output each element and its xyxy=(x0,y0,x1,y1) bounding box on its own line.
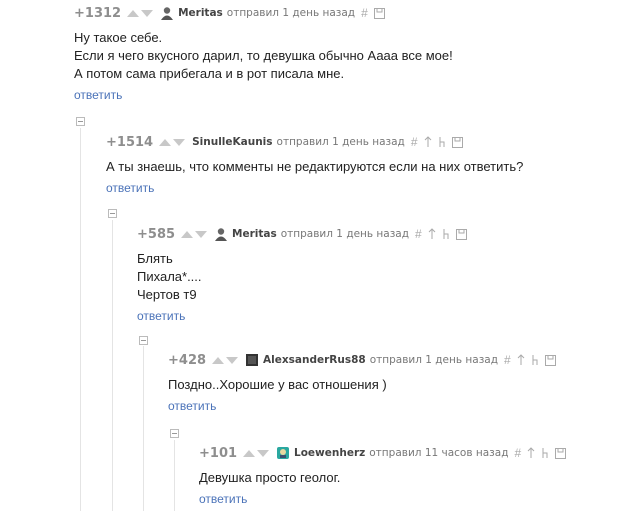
avatar[interactable] xyxy=(214,227,228,241)
collapse-toggle[interactable] xyxy=(108,209,117,218)
reply-link[interactable]: ответить xyxy=(168,399,628,413)
avatar[interactable] xyxy=(276,446,290,460)
reply-link[interactable]: ответить xyxy=(74,88,624,102)
save-icon[interactable] xyxy=(455,228,467,240)
save-icon[interactable] xyxy=(451,136,463,148)
comment-header: +101 Loewenherz отправил 11 часов назад … xyxy=(199,445,629,461)
downvote-icon[interactable] xyxy=(141,9,154,17)
reply-link[interactable]: ответить xyxy=(106,181,626,195)
hash-link-icon[interactable]: # xyxy=(415,227,422,241)
save-icon[interactable] xyxy=(555,447,567,459)
comment-body: Блять Пихала*.... Чертов т9 xyxy=(137,250,627,304)
comment-author[interactable]: Loewenherz xyxy=(294,447,365,459)
comment: +101 Loewenherz отправил 11 часов назад … xyxy=(199,445,629,506)
thread-line xyxy=(143,346,144,511)
avatar[interactable] xyxy=(160,6,174,20)
to-parent-icon[interactable] xyxy=(424,136,432,148)
collapse-toggle[interactable] xyxy=(170,429,179,438)
comment-author[interactable]: Meritas xyxy=(232,228,277,240)
comment-body: Девушка просто геолог. xyxy=(199,469,629,487)
upvote-icon[interactable] xyxy=(181,230,194,238)
comment-body: Ну такое себе. Если я чего вкусного дари… xyxy=(74,29,624,83)
comment-author[interactable]: Meritas xyxy=(178,7,223,19)
reply-link[interactable]: ответить xyxy=(199,492,629,506)
comment-text-line: Поздно..Хорошие у вас отношения ) xyxy=(168,377,387,392)
comment-rating: +101 xyxy=(199,445,238,461)
save-icon[interactable] xyxy=(544,354,556,366)
comment-text-line: А ты знаешь, что комменты не редактируют… xyxy=(106,159,524,174)
downvote-icon[interactable] xyxy=(173,138,186,146)
thread-line xyxy=(112,220,113,511)
comment-rating: +428 xyxy=(168,352,207,368)
downvote-icon[interactable] xyxy=(257,449,270,457)
upvote-icon[interactable] xyxy=(159,138,172,146)
comment-rating: +1312 xyxy=(74,5,122,21)
comment-text-line: Чертов т9 xyxy=(137,287,197,302)
comment-text-line: Девушка просто геолог. xyxy=(199,470,341,485)
comment: +428 AlexsanderRus88 отправил 1 день наз… xyxy=(168,352,628,413)
comment-text-line: Пихала*.... xyxy=(137,269,202,284)
to-parent-icon[interactable] xyxy=(428,228,436,240)
save-icon[interactable] xyxy=(373,7,385,19)
comment-header: +1514 SinulleKaunis отправил 1 день наза… xyxy=(106,134,626,150)
upvote-icon[interactable] xyxy=(212,356,225,364)
comment-rating: +585 xyxy=(137,226,176,242)
comment-header: +428 AlexsanderRus88 отправил 1 день наз… xyxy=(168,352,628,368)
to-parent-icon[interactable] xyxy=(517,354,525,366)
reply-link[interactable]: ответить xyxy=(137,309,627,323)
comment-header: +1312 Meritas отправил 1 день назад # xyxy=(74,5,624,21)
comment: +1514 SinulleKaunis отправил 1 день наза… xyxy=(106,134,626,196)
downvote-icon[interactable] xyxy=(226,356,239,364)
collapse-toggle[interactable] xyxy=(139,336,148,345)
hash-link-icon[interactable]: # xyxy=(514,446,521,460)
comment-time: отправил 1 день назад xyxy=(369,354,498,366)
comment-time: отправил 1 день назад xyxy=(276,136,405,148)
comment: +585 Meritas отправил 1 день назад # Бля… xyxy=(137,226,627,323)
hash-link-icon[interactable]: # xyxy=(361,6,368,20)
downvote-icon[interactable] xyxy=(195,230,208,238)
branch-icon[interactable] xyxy=(531,354,539,366)
comment-author[interactable]: SinulleKaunis xyxy=(192,136,272,148)
comment: +1312 Meritas отправил 1 день назад # Ну… xyxy=(74,5,624,103)
comment-time: отправил 1 день назад xyxy=(280,228,410,240)
upvote-icon[interactable] xyxy=(243,449,256,457)
comment-header: +585 Meritas отправил 1 день назад # xyxy=(137,226,627,242)
to-parent-icon[interactable] xyxy=(527,447,535,459)
comment-body: Поздно..Хорошие у вас отношения ) xyxy=(168,376,628,394)
comment-body: А ты знаешь, что комменты не редактируют… xyxy=(106,158,626,176)
hash-link-icon[interactable]: # xyxy=(504,353,511,367)
comment-text-line: Блять xyxy=(137,251,173,266)
hash-link-icon[interactable]: # xyxy=(411,135,418,149)
branch-icon[interactable] xyxy=(442,228,450,240)
comment-author[interactable]: AlexsanderRus88 xyxy=(263,354,366,366)
comment-text-line: Если я чего вкусного дарил, то девушка о… xyxy=(74,48,453,63)
branch-icon[interactable] xyxy=(541,447,549,459)
comment-text-line: Ну такое себе. xyxy=(74,30,163,45)
comment-rating: +1514 xyxy=(106,134,154,150)
avatar[interactable] xyxy=(245,353,259,367)
thread-line xyxy=(80,128,81,511)
branch-icon[interactable] xyxy=(438,136,446,148)
comment-text-line: А потом сама прибегала и в рот писала мн… xyxy=(74,66,345,81)
comment-time: отправил 1 день назад xyxy=(226,7,356,19)
collapse-toggle[interactable] xyxy=(76,117,85,126)
thread-line xyxy=(174,440,175,511)
comment-time: отправил 11 часов назад xyxy=(369,447,509,459)
upvote-icon[interactable] xyxy=(127,9,140,17)
